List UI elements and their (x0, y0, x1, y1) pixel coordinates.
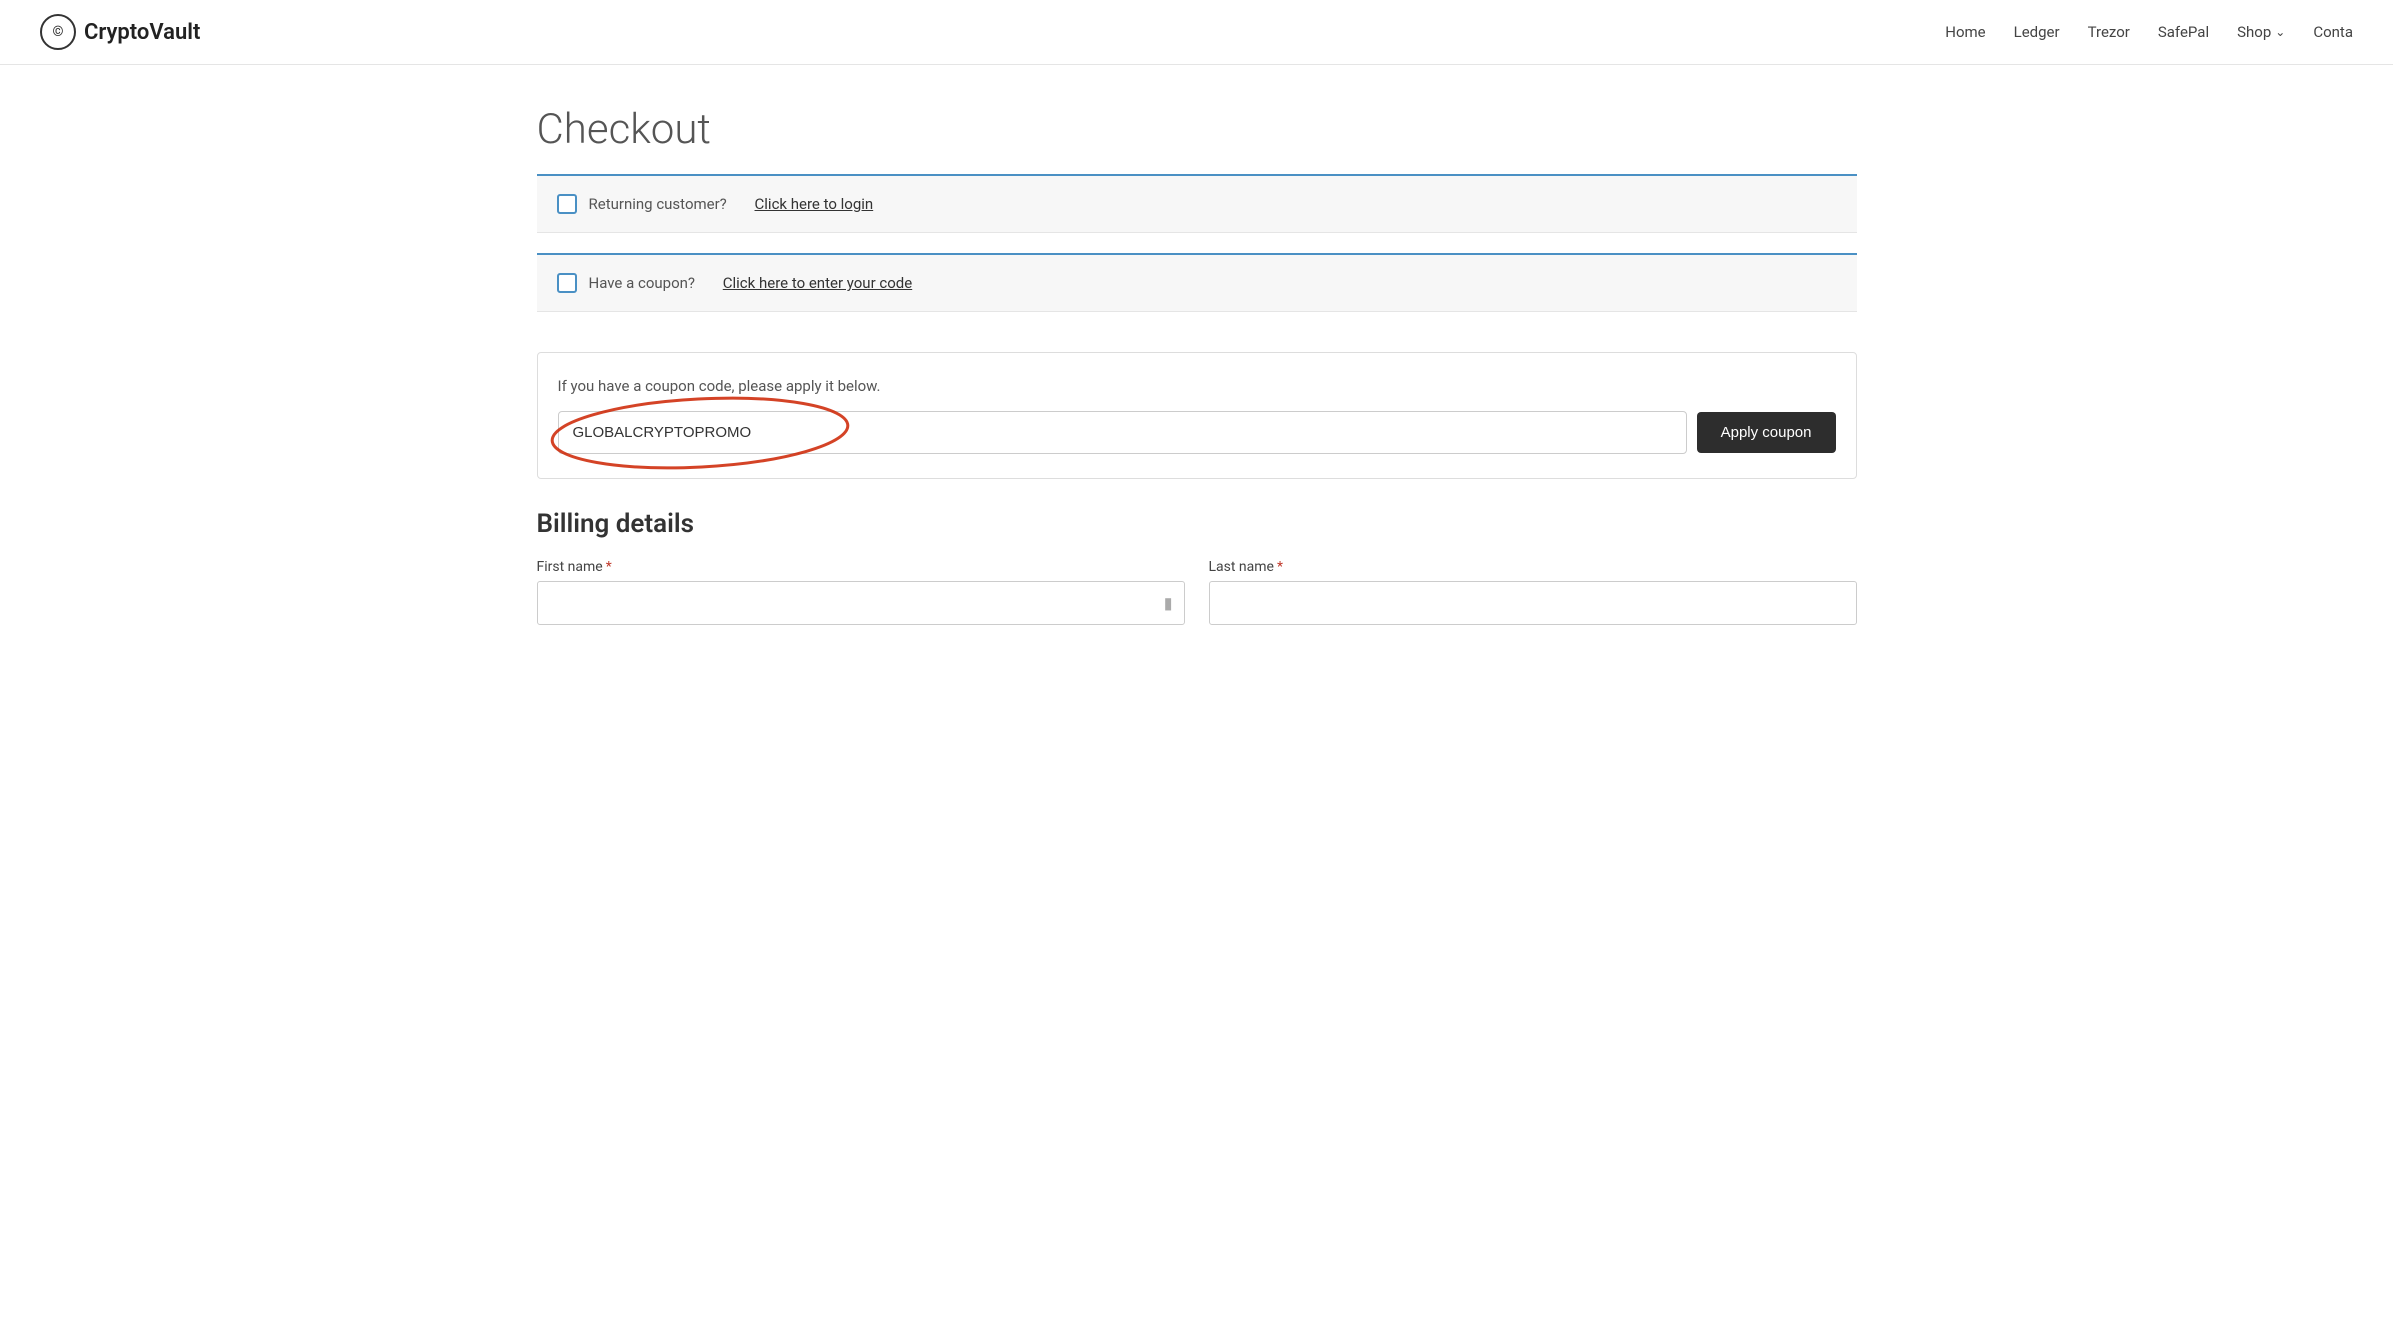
login-link[interactable]: Click here to login (755, 195, 874, 213)
last-name-required: * (1277, 559, 1283, 575)
notice-spacer-2 (537, 312, 1857, 332)
coupon-notice-text: Have a coupon? (589, 274, 696, 292)
coupon-description: If you have a coupon code, please apply … (558, 377, 1836, 395)
notice-spacer-1 (537, 233, 1857, 253)
last-name-group: Last name* (1209, 559, 1857, 625)
coupon-input[interactable]: GLOBALCRYPTOPROMO (558, 411, 1687, 454)
contact-card-icon: ▮ (1164, 594, 1173, 613)
first-name-input-wrapper: ▮ (537, 581, 1185, 625)
first-name-input[interactable] (537, 581, 1185, 625)
chevron-down-icon: ⌄ (2275, 25, 2285, 39)
returning-customer-banner: Returning customer? Click here to login (537, 176, 1857, 233)
nav-conta[interactable]: Conta (2313, 23, 2353, 41)
coupon-code-link[interactable]: Click here to enter your code (723, 274, 912, 292)
coupon-box: If you have a coupon code, please apply … (537, 352, 1857, 479)
apply-coupon-button[interactable]: Apply coupon (1697, 412, 1836, 453)
last-name-input[interactable] (1209, 581, 1857, 625)
logo-icon: © (40, 14, 76, 50)
first-name-label: First name* (537, 559, 1185, 575)
nav-trezor[interactable]: Trezor (2088, 23, 2130, 41)
first-name-required: * (606, 559, 612, 575)
coupon-input-wrapper: GLOBALCRYPTOPROMO (558, 411, 1687, 454)
nav-shop[interactable]: Shop ⌄ (2237, 23, 2285, 41)
last-name-label: Last name* (1209, 559, 1857, 575)
nav-ledger[interactable]: Ledger (2014, 23, 2060, 41)
site-header: © CryptoVault Home Ledger Trezor SafePal… (0, 0, 2393, 65)
name-form-row: First name* ▮ Last name* (537, 559, 1857, 625)
nav-safeppal[interactable]: SafePal (2158, 23, 2209, 41)
billing-title: Billing details (537, 509, 1857, 539)
logo-text: CryptoVault (84, 20, 200, 45)
coupon-input-row: GLOBALCRYPTOPROMO Apply coupon (558, 411, 1836, 454)
returning-customer-text: Returning customer? (589, 195, 727, 213)
site-logo[interactable]: © CryptoVault (40, 14, 200, 50)
returning-customer-icon (557, 194, 577, 214)
page-title: Checkout (537, 105, 1857, 154)
first-name-group: First name* ▮ (537, 559, 1185, 625)
main-nav: Home Ledger Trezor SafePal Shop ⌄ Conta (1945, 23, 2353, 41)
main-content: Checkout Returning customer? Click here … (497, 65, 1897, 705)
coupon-notice-icon (557, 273, 577, 293)
nav-home[interactable]: Home (1945, 23, 1985, 41)
coupon-notice-banner: Have a coupon? Click here to enter your … (537, 255, 1857, 312)
